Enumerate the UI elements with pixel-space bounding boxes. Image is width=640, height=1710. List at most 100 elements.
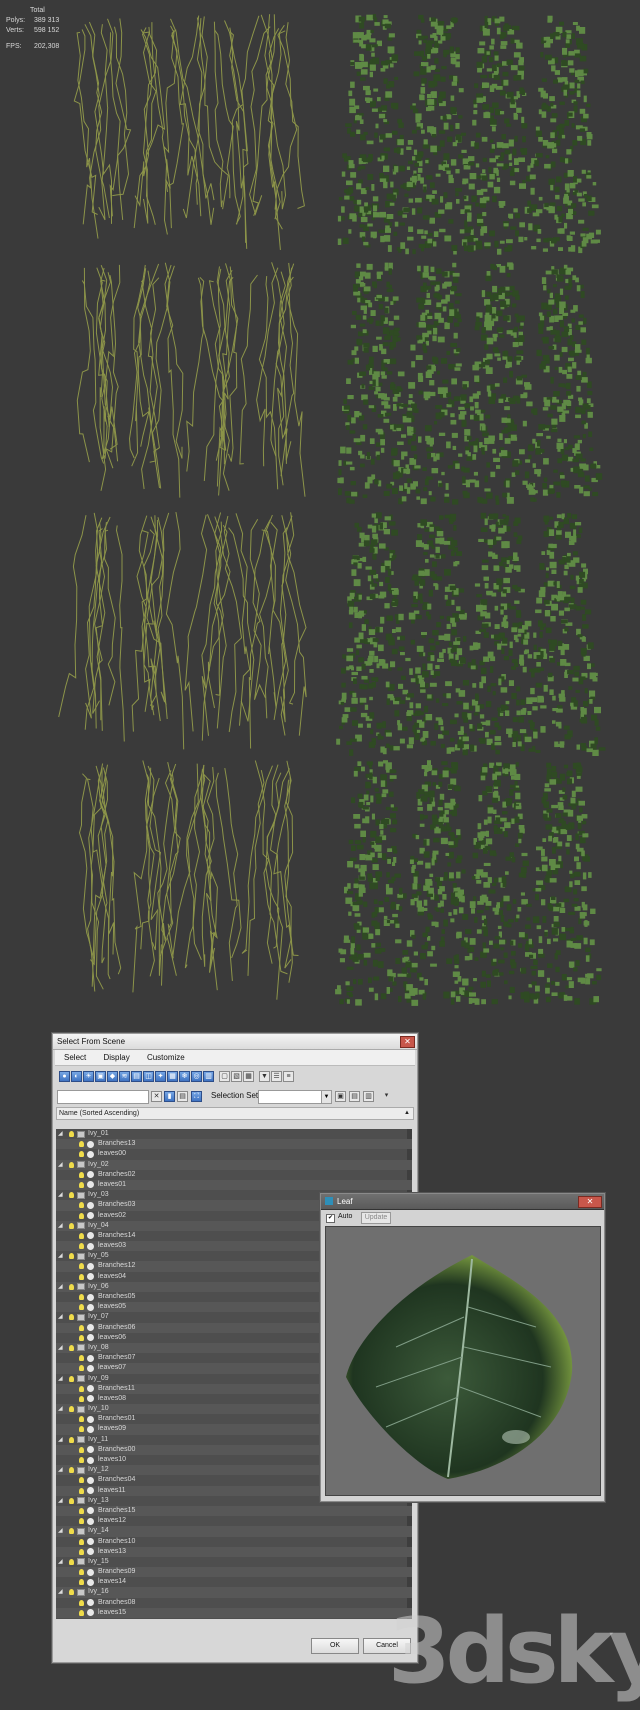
lightbulb-icon[interactable]: [79, 1579, 84, 1586]
display-frozen-icon[interactable]: ❄: [179, 1071, 190, 1082]
expand-triangle-icon[interactable]: ◢: [58, 1374, 63, 1384]
lightbulb-icon[interactable]: [69, 1375, 74, 1382]
expand-triangle-icon[interactable]: ◢: [58, 1496, 63, 1506]
lightbulb-icon[interactable]: [79, 1395, 84, 1402]
display-shapes-icon[interactable]: ◐: [71, 1071, 82, 1082]
display-cameras-icon[interactable]: ▣: [95, 1071, 106, 1082]
lightbulb-icon[interactable]: [69, 1131, 74, 1137]
leaf-titlebar[interactable]: Leaf ✕: [321, 1194, 604, 1210]
lightbulb-icon[interactable]: [79, 1181, 84, 1188]
list-item[interactable]: Branches13: [56, 1139, 412, 1150]
list-item-group[interactable]: ◢ Ivy_16: [56, 1587, 412, 1598]
filter-icon[interactable]: ▼: [259, 1071, 270, 1082]
list-item[interactable]: leaves13: [56, 1546, 412, 1557]
expand-triangle-icon[interactable]: ◢: [58, 1282, 63, 1292]
lightbulb-icon[interactable]: [79, 1518, 84, 1525]
dialog-titlebar[interactable]: Select From Scene ✕: [53, 1034, 417, 1050]
list-item[interactable]: leaves01: [56, 1179, 412, 1191]
lightbulb-icon[interactable]: [79, 1477, 84, 1484]
close-icon[interactable]: ✕: [578, 1196, 602, 1208]
hierarchy-icon[interactable]: ⛶: [191, 1091, 202, 1102]
filter-options-icon[interactable]: ☰: [271, 1071, 282, 1082]
lightbulb-icon[interactable]: [79, 1457, 84, 1463]
display-xrefs-icon[interactable]: ◫: [143, 1071, 154, 1082]
lightbulb-icon[interactable]: [79, 1426, 84, 1433]
list-item[interactable]: Branches08: [56, 1598, 412, 1608]
expand-triangle-icon[interactable]: ◢: [58, 1526, 63, 1536]
clear-find-icon[interactable]: ✕: [151, 1091, 162, 1102]
menu-select[interactable]: Select: [64, 1053, 86, 1062]
lightbulb-icon[interactable]: [79, 1294, 84, 1300]
expand-triangle-icon[interactable]: ◢: [58, 1404, 63, 1414]
expand-triangle-icon[interactable]: ◢: [58, 1190, 63, 1200]
list-item[interactable]: leaves12: [56, 1516, 412, 1526]
auto-checkbox[interactable]: ✔ Auto: [326, 1213, 352, 1223]
display-lights-icon[interactable]: ☀: [83, 1071, 94, 1082]
edit-named-selection-icon[interactable]: ▣: [335, 1091, 346, 1102]
lightbulb-icon[interactable]: [79, 1385, 84, 1392]
lightbulb-icon[interactable]: [79, 1141, 84, 1148]
lightbulb-icon[interactable]: [79, 1487, 84, 1494]
list-item-group[interactable]: ◢ Ivy_01: [56, 1129, 412, 1139]
layers-icon[interactable]: ▤: [177, 1091, 188, 1102]
lightbulb-icon[interactable]: [79, 1304, 84, 1311]
lightbulb-icon[interactable]: [79, 1355, 84, 1362]
list-item-group[interactable]: ◢ Ivy_02: [56, 1159, 412, 1170]
selection-set-dropdown[interactable]: ▼: [258, 1090, 332, 1104]
expand-triangle-icon[interactable]: ◢: [58, 1465, 63, 1475]
list-item[interactable]: leaves00: [56, 1149, 412, 1159]
expand-triangle-icon[interactable]: ◢: [58, 1435, 63, 1445]
expand-triangle-icon[interactable]: ◢: [58, 1160, 63, 1170]
lightbulb-icon[interactable]: [79, 1212, 84, 1219]
remove-selection-set-icon[interactable]: ▥: [363, 1091, 374, 1102]
lightbulb-icon[interactable]: [79, 1548, 84, 1555]
lightbulb-icon[interactable]: [79, 1365, 84, 1372]
lightbulb-icon[interactable]: [79, 1151, 84, 1158]
list-item[interactable]: Branches15: [56, 1505, 412, 1517]
display-hidden-icon[interactable]: ◎: [191, 1071, 202, 1082]
lightbulb-icon[interactable]: [69, 1192, 74, 1199]
chevron-down-icon[interactable]: ▼: [321, 1091, 331, 1103]
lightbulb-icon[interactable]: [69, 1406, 74, 1413]
column-options-icon[interactable]: ≡: [283, 1071, 294, 1082]
lightbulb-icon[interactable]: [69, 1589, 74, 1596]
list-item[interactable]: leaves15: [56, 1607, 412, 1618]
find-input[interactable]: [57, 1090, 149, 1104]
lightbulb-icon[interactable]: [69, 1436, 74, 1443]
expand-triangle-icon[interactable]: ◢: [58, 1251, 63, 1261]
lightbulb-icon[interactable]: [79, 1507, 84, 1514]
list-item-group[interactable]: ◢ Ivy_15: [56, 1557, 412, 1567]
menu-display[interactable]: Display: [103, 1053, 129, 1062]
lightbulb-icon[interactable]: [79, 1538, 84, 1545]
display-invert-icon[interactable]: ▧: [231, 1071, 242, 1082]
lightbulb-icon[interactable]: [79, 1232, 84, 1239]
add-selection-set-icon[interactable]: ▤: [349, 1091, 360, 1102]
expand-triangle-icon[interactable]: ◢: [58, 1221, 63, 1231]
display-all-icon[interactable]: ▥: [203, 1071, 214, 1082]
toolbar-more-icon[interactable]: ▾: [381, 1091, 392, 1102]
list-item[interactable]: Branches02: [56, 1170, 412, 1180]
lightbulb-icon[interactable]: [79, 1243, 84, 1250]
display-groups-icon[interactable]: ▤: [131, 1071, 142, 1082]
lightbulb-icon[interactable]: [79, 1446, 84, 1453]
update-button[interactable]: Update: [361, 1212, 391, 1224]
lightbulb-icon[interactable]: [69, 1314, 74, 1321]
lightbulb-icon[interactable]: [69, 1467, 74, 1474]
lightbulb-icon[interactable]: [79, 1171, 84, 1178]
ok-button[interactable]: OK: [311, 1638, 359, 1654]
lightbulb-icon[interactable]: [69, 1558, 74, 1565]
list-item[interactable]: leaves14: [56, 1577, 412, 1587]
expand-triangle-icon[interactable]: ◢: [58, 1587, 63, 1597]
list-item-group[interactable]: ◢ Ivy_14: [56, 1526, 412, 1537]
column-header-name[interactable]: Name (Sorted Ascending) ▲: [56, 1107, 414, 1120]
display-none-icon[interactable]: ▢: [219, 1071, 230, 1082]
expand-triangle-icon[interactable]: ◢: [58, 1129, 63, 1139]
lightbulb-icon[interactable]: [79, 1334, 84, 1341]
lightbulb-icon[interactable]: [79, 1273, 84, 1280]
select-children-icon[interactable]: ▮: [164, 1091, 175, 1102]
lightbulb-icon[interactable]: [79, 1569, 84, 1576]
viewport[interactable]: [0, 0, 640, 1030]
lightbulb-icon[interactable]: [79, 1324, 84, 1331]
lightbulb-icon[interactable]: [69, 1497, 74, 1504]
lightbulb-icon[interactable]: [79, 1202, 84, 1209]
